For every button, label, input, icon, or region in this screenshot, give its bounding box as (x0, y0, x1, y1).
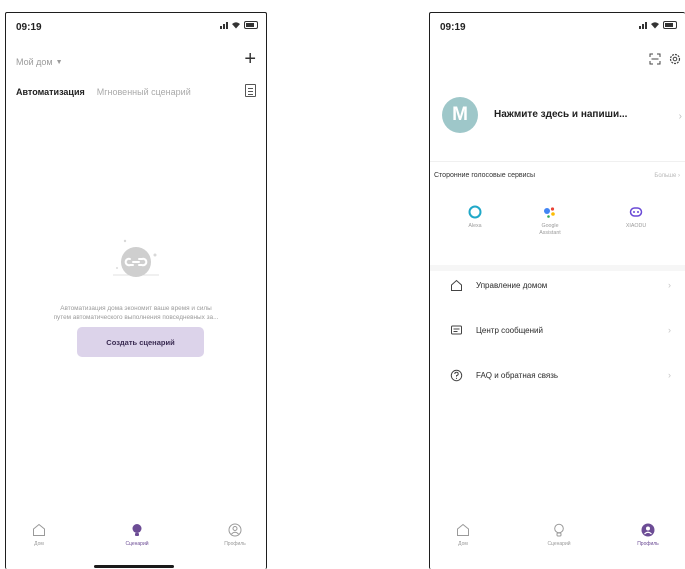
tabbar-home[interactable]: Дом (438, 523, 488, 547)
menu-item-label: Управление домом (476, 281, 548, 290)
voice-service-xiaodu[interactable]: XIAODU (606, 205, 666, 230)
home-selector-label: Мой дом (16, 57, 53, 67)
tabbar-profile[interactable]: Профиль (623, 523, 673, 547)
menu-item-label: FAQ и обратная связь (476, 371, 559, 380)
tabbar-scenes-label: Сценарий (547, 541, 571, 547)
tabbar-profile-label: Профиль (637, 541, 659, 547)
menu-item-home-management[interactable]: Управление домом › (430, 274, 685, 298)
chevron-right-icon: › (668, 325, 671, 335)
gear-icon[interactable] (669, 53, 681, 65)
menu-item-faq-feedback[interactable]: FAQ и обратная связь › (430, 364, 685, 388)
wifi-icon (651, 22, 659, 29)
list-icon[interactable] (245, 84, 256, 97)
signal-icon (639, 21, 647, 29)
section-divider (430, 265, 685, 271)
voice-service-label: XIAODU (625, 223, 647, 229)
status-time: 09:19 (16, 22, 42, 33)
chevron-down-icon: ▼ (55, 58, 63, 66)
create-scene-button[interactable]: Создать сценарий (77, 327, 204, 357)
link-illustration-icon (113, 239, 159, 277)
voice-service-google[interactable]: Google Assistant (520, 205, 580, 237)
help-icon (450, 369, 463, 382)
automation-screen: 09:19 Мой дом ▼ + Автоматизация Мгновенн… (5, 12, 267, 569)
profile-icon (228, 523, 242, 537)
tabbar-home[interactable]: Дом (14, 523, 64, 547)
home-indicator (94, 565, 174, 568)
tabbar-profile-label: Профиль (224, 541, 246, 547)
status-time: 09:19 (440, 22, 466, 33)
tabbar-profile[interactable]: Профиль (210, 523, 260, 547)
lightbulb-icon (554, 523, 564, 537)
tab-instant-scene[interactable]: Мгновенный сценарий (97, 87, 191, 97)
add-scene-button[interactable]: + (244, 49, 256, 69)
avatar[interactable]: M (442, 97, 478, 133)
house-icon (457, 523, 469, 536)
google-assistant-icon (544, 207, 555, 218)
voice-service-alexa[interactable]: Alexa (445, 205, 505, 230)
scene-tabs: Автоматизация Мгновенный сценарий (16, 87, 191, 97)
voice-service-label: Google Assistant (539, 223, 561, 236)
tabbar-scenes-label: Сценарий (125, 541, 149, 547)
status-bar: 09:19 (430, 13, 685, 41)
xiaodu-icon (629, 207, 643, 217)
menu-item-message-center[interactable]: Центр сообщений › (430, 319, 685, 343)
bottom-tabbar: Дом Сценарий Профиль (6, 509, 266, 569)
profile-icon (641, 523, 655, 537)
signal-icon (220, 21, 228, 29)
status-bar: 09:19 (6, 13, 266, 41)
alexa-icon (468, 205, 482, 219)
battery-icon (663, 21, 677, 29)
tabbar-scenes[interactable]: Сценарий (112, 523, 162, 547)
scan-icon[interactable] (649, 53, 661, 65)
voice-service-label: Alexa (468, 223, 482, 229)
empty-state-text: Автоматизация дома экономит ваше время и… (53, 305, 219, 321)
battery-icon (244, 21, 258, 29)
tabbar-home-label: Дом (34, 541, 44, 547)
tabbar-scenes[interactable]: Сценарий (534, 523, 584, 547)
wifi-icon (232, 22, 240, 29)
tabbar-home-label: Дом (458, 541, 468, 547)
profile-name[interactable]: Нажмите здесь и напиши... (494, 109, 627, 120)
lightbulb-icon (132, 524, 142, 536)
bottom-tabbar: Дом Сценарий Профиль (430, 509, 685, 569)
profile-screen: 09:19 M Нажмите здесь и напиши... › Стор… (429, 12, 685, 569)
house-icon (451, 279, 462, 291)
voice-services-title: Сторонние голосовые сервисы (434, 172, 536, 179)
chevron-right-icon: › (668, 280, 671, 290)
more-link[interactable]: Больше › (654, 173, 680, 179)
home-selector[interactable]: Мой дом ▼ (16, 57, 63, 67)
tab-automation[interactable]: Автоматизация (16, 87, 85, 97)
chevron-right-icon: › (668, 370, 671, 380)
house-icon (33, 523, 45, 536)
message-icon (451, 325, 462, 335)
chevron-right-icon: › (678, 111, 682, 122)
menu-item-label: Центр сообщений (476, 326, 543, 335)
